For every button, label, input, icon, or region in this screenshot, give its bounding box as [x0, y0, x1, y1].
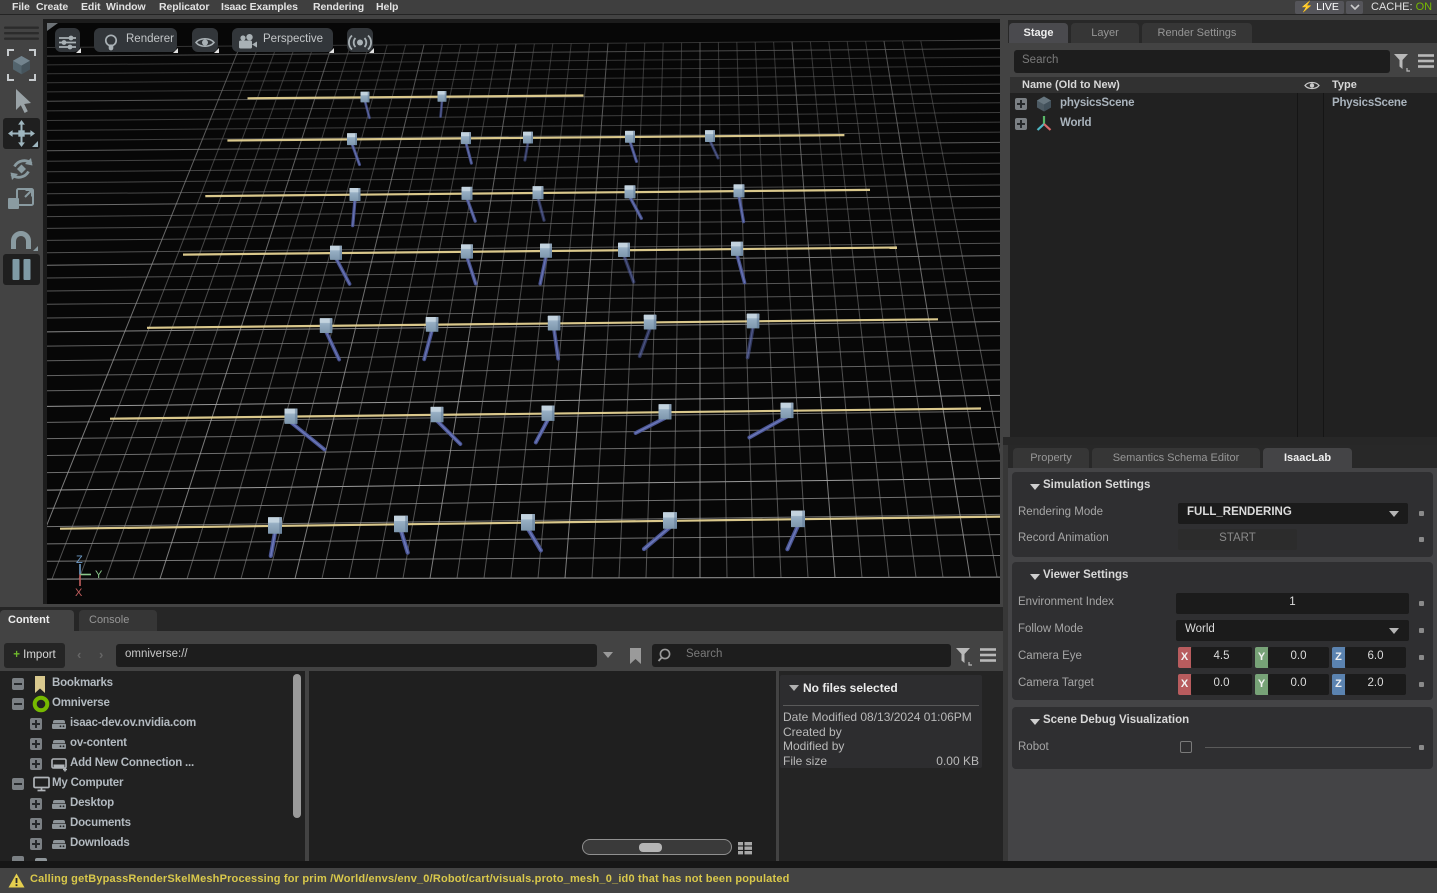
svg-text:Z: Z: [76, 554, 83, 566]
svg-text:X: X: [75, 587, 83, 599]
svg-text:Y: Y: [95, 569, 103, 581]
